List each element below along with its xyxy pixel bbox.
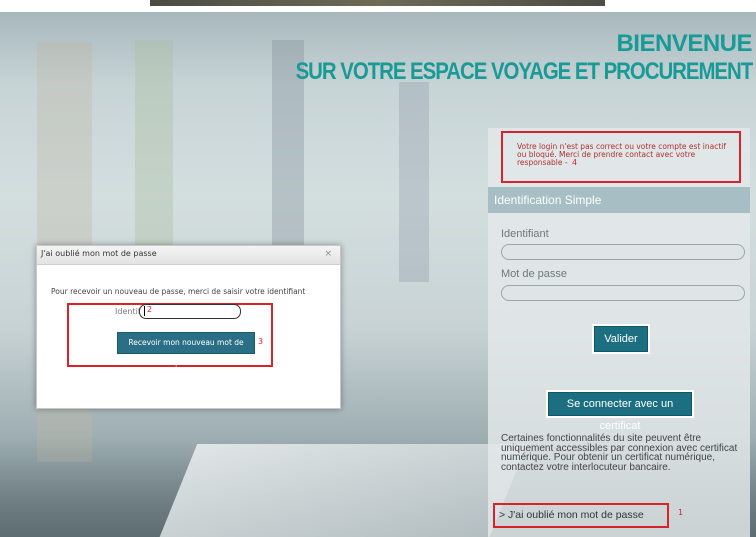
welcome-line-2: SUR VOTRE ESPACE VOYAGE ET PROCUREMENT	[295, 58, 753, 85]
forgot-password-dialog: J'ai oublié mon mot de passe × Pour rece…	[36, 245, 341, 409]
annotation-marker-4: 4	[572, 158, 578, 167]
error-message-text: Votre login n'est pas correct ou votre c…	[517, 142, 727, 167]
close-icon[interactable]: ×	[324, 249, 332, 259]
text-caret	[144, 306, 145, 316]
annotation-marker-3: 3	[258, 337, 264, 346]
password-label: Mot de passe	[501, 268, 568, 280]
receive-new-password-button[interactable]: Recevoir mon nouveau mot de passe	[117, 332, 255, 367]
dialog-header: J'ai oublié mon mot de passe ×	[37, 246, 340, 265]
identifiant-input[interactable]	[501, 244, 745, 260]
annotation-marker-1: 1	[678, 508, 684, 517]
password-input[interactable]	[501, 285, 745, 301]
welcome-heading: BIENVENUE SUR VOTRE ESPACE VOYAGE ET PRO…	[215, 30, 753, 86]
certificate-login-button[interactable]: Se connecter avec un certificat	[548, 392, 692, 432]
background-bar	[135, 40, 173, 270]
dialog-identifiant-input[interactable]: 2	[139, 304, 241, 319]
error-message-box: Votre login n'est pas correct ou votre c…	[501, 131, 741, 183]
section-title: Identification Simple	[488, 187, 750, 213]
welcome-line-1: BIENVENUE	[616, 30, 752, 57]
top-banner-image	[150, 0, 605, 6]
dialog-instruction: Pour recevoir un nouveau de passe, merci…	[51, 287, 306, 296]
background-laptop	[152, 444, 528, 537]
background-bar	[399, 82, 429, 282]
validate-button[interactable]: Valider	[594, 326, 648, 352]
dialog-title: J'ai oublié mon mot de passe	[41, 249, 157, 258]
identifiant-label: Identifiant	[501, 228, 549, 240]
forgot-password-link[interactable]: > J'ai oublié mon mot de passe	[493, 503, 669, 528]
certificate-note: Certaines fonctionnalités du site peuven…	[501, 433, 738, 473]
annotation-marker-2: 2	[147, 305, 153, 314]
